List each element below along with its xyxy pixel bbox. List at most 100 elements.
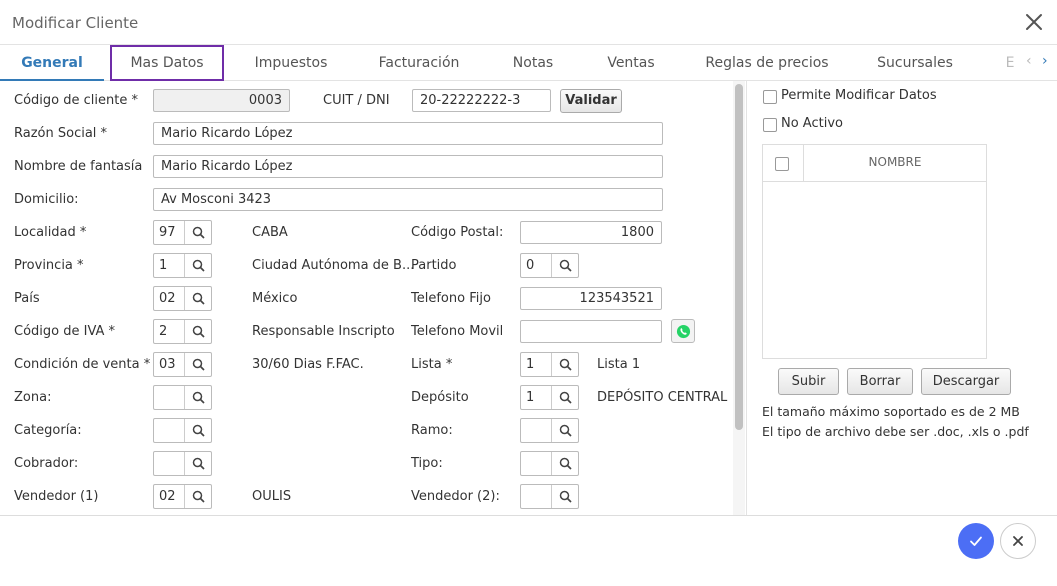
pais-code[interactable]: 02 [154, 287, 185, 310]
close-icon[interactable] [1020, 8, 1048, 36]
tab-general[interactable]: General [0, 45, 104, 81]
deposito-desc: DEPÓSITO CENTRAL [597, 390, 728, 405]
search-icon[interactable] [552, 353, 578, 376]
search-icon[interactable] [552, 485, 578, 508]
search-icon[interactable] [185, 386, 211, 409]
categoria-label: Categoría: [14, 423, 82, 438]
cancel-button[interactable] [1000, 523, 1036, 559]
codigo-postal-field[interactable]: 1800 [520, 221, 662, 244]
no-activo-label: No Activo [781, 116, 843, 131]
vendedor1-code[interactable]: 02 [154, 485, 185, 508]
nombre-fantasia-label: Nombre de fantasía [14, 159, 143, 174]
search-icon[interactable] [185, 485, 211, 508]
nombre-fantasia-field[interactable]: Mario Ricardo López [153, 155, 663, 178]
deposito-code[interactable]: 1 [521, 386, 552, 409]
provincia-lookup[interactable]: 1 [153, 253, 212, 278]
zona-code[interactable] [154, 386, 185, 409]
ramo-lookup[interactable] [520, 418, 579, 443]
telefono-movil-label: Telefono Movil [411, 324, 504, 339]
window-title: Modificar Cliente [12, 14, 139, 32]
validar-button[interactable]: Validar [560, 89, 622, 113]
ramo-code[interactable] [521, 419, 552, 442]
domicilio-label: Domicilio: [14, 192, 79, 207]
tab-sucursales[interactable]: Sucursales [866, 45, 964, 81]
deposito-lookup[interactable]: 1 [520, 385, 579, 410]
localidad-code[interactable]: 97 [154, 221, 185, 244]
confirm-button[interactable] [958, 523, 994, 559]
search-icon[interactable] [552, 386, 578, 409]
file-type-info: El tipo de archivo debe ser .doc, .xls o… [762, 424, 1029, 439]
vendedor2-lookup[interactable] [520, 484, 579, 509]
search-icon[interactable] [185, 287, 211, 310]
partido-code[interactable]: 0 [521, 254, 552, 277]
vendedor1-lookup[interactable]: 02 [153, 484, 212, 509]
tab-overflow[interactable]: E [1000, 45, 1020, 81]
pais-lookup[interactable]: 02 [153, 286, 212, 311]
vendedor1-label: Vendedor (1) [14, 489, 99, 504]
search-icon[interactable] [185, 452, 211, 475]
domicilio-field[interactable]: Av Mosconi 3423 [153, 188, 663, 211]
tipo-code[interactable] [521, 452, 552, 475]
razon-social-field[interactable]: Mario Ricardo López [153, 122, 663, 145]
descargar-button[interactable]: Descargar [921, 368, 1011, 395]
lista-label: Lista * [411, 357, 453, 372]
partido-lookup[interactable]: 0 [520, 253, 579, 278]
borrar-button[interactable]: Borrar [847, 368, 913, 395]
cobrador-lookup[interactable] [153, 451, 212, 476]
search-icon[interactable] [185, 320, 211, 343]
lista-code[interactable]: 1 [521, 353, 552, 376]
check-icon [970, 536, 982, 546]
condicion-venta-label: Condición de venta * [14, 357, 151, 372]
cuit-label: CUIT / DNI [323, 93, 390, 108]
vendedor2-code[interactable] [521, 485, 552, 508]
tab-notas[interactable]: Notas [498, 45, 568, 81]
condicion-venta-code[interactable]: 03 [154, 353, 185, 376]
lista-lookup[interactable]: 1 [520, 352, 579, 377]
subir-button[interactable]: Subir [778, 368, 839, 395]
codigo-iva-lookup[interactable]: 2 [153, 319, 212, 344]
tab-impuestos[interactable]: Impuestos [241, 45, 341, 81]
whatsapp-button[interactable] [671, 319, 695, 343]
permite-modificar-checkbox[interactable] [763, 90, 777, 104]
no-activo-checkbox[interactable] [763, 118, 777, 132]
codigo-cliente-field: 0003 [153, 89, 290, 112]
search-icon[interactable] [185, 221, 211, 244]
localidad-desc: CABA [252, 225, 288, 240]
search-icon[interactable] [185, 419, 211, 442]
tab-scroll-left-icon[interactable]: ‹ [1026, 53, 1032, 69]
codigo-iva-label: Código de IVA * [14, 324, 116, 339]
cobrador-code[interactable] [154, 452, 185, 475]
telefono-fijo-label: Telefono Fijo [411, 291, 491, 306]
search-icon[interactable] [185, 353, 211, 376]
zona-lookup[interactable] [153, 385, 212, 410]
tipo-lookup[interactable] [520, 451, 579, 476]
search-icon[interactable] [552, 254, 578, 277]
tab-mas-datos[interactable]: Mas Datos [110, 45, 224, 81]
grid-column-nombre[interactable]: NOMBRE [804, 155, 986, 169]
ramo-label: Ramo: [411, 423, 453, 438]
provincia-code[interactable]: 1 [154, 254, 185, 277]
condicion-venta-lookup[interactable]: 03 [153, 352, 212, 377]
localidad-label: Localidad * [14, 225, 87, 240]
close-icon [1013, 536, 1023, 546]
zona-label: Zona: [14, 390, 52, 405]
categoria-lookup[interactable] [153, 418, 212, 443]
telefono-movil-field[interactable] [520, 320, 662, 343]
tab-scroll-right-icon[interactable]: › [1042, 53, 1048, 69]
form-scrollbar-thumb[interactable] [735, 84, 743, 430]
categoria-code[interactable] [154, 419, 185, 442]
codigo-iva-code[interactable]: 2 [154, 320, 185, 343]
tab-facturacion[interactable]: Facturación [366, 45, 472, 81]
search-icon[interactable] [552, 419, 578, 442]
tab-reglas-precios[interactable]: Reglas de precios [694, 45, 840, 81]
panel-divider [746, 81, 747, 515]
codigo-iva-desc: Responsable Inscripto [252, 324, 395, 339]
cuit-field[interactable]: 20-22222222-3 [412, 89, 551, 112]
telefono-fijo-field[interactable]: 123543521 [520, 287, 662, 310]
select-all-checkbox[interactable] [775, 157, 789, 171]
localidad-lookup[interactable]: 97 [153, 220, 212, 245]
search-icon[interactable] [552, 452, 578, 475]
tab-ventas[interactable]: Ventas [594, 45, 668, 81]
vendedor1-desc: OULIS [252, 489, 292, 504]
search-icon[interactable] [185, 254, 211, 277]
